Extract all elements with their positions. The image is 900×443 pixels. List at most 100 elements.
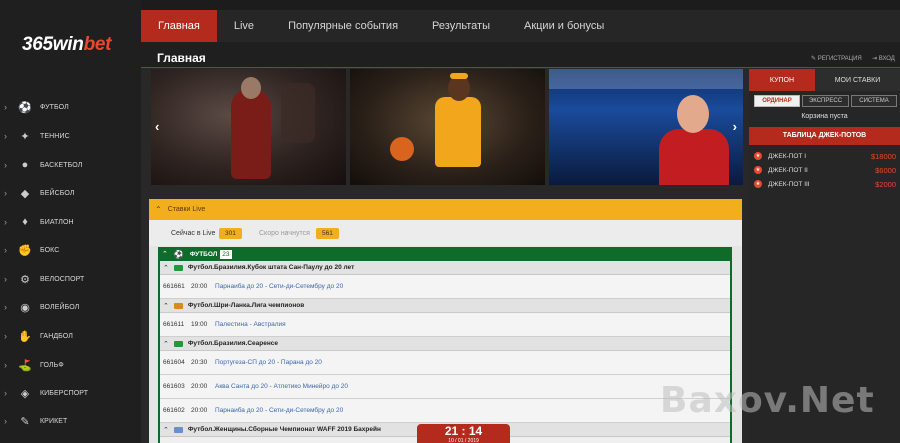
nav-popular-events[interactable]: Популярные события bbox=[271, 10, 415, 42]
banner-slide-basketball[interactable] bbox=[350, 69, 545, 185]
event-id: 661603 bbox=[163, 383, 185, 390]
waff-flag-icon bbox=[173, 426, 183, 433]
event-teams[interactable]: Палестина - Австралия bbox=[215, 321, 286, 328]
league-row[interactable]: ⌃ Футбол.Бразилия.Сеаренсе bbox=[160, 337, 730, 351]
jackpot-amount: $2000 bbox=[875, 179, 896, 189]
event-row[interactable]: 661661 20:00 Парнаиба до 20 - Сети-ди-Се… bbox=[160, 275, 730, 299]
brazil-flag-icon bbox=[173, 340, 183, 347]
sidebar-item-football[interactable]: › ⚽ ФУТБОЛ bbox=[0, 97, 141, 117]
sidebar-item-boxing[interactable]: › ✊ БОКС bbox=[0, 240, 141, 260]
sidebar-item-tennis[interactable]: › ✦ ТЕННИС bbox=[0, 126, 141, 146]
league-name: Футбол.Шри-Ланка.Лига чемпионов bbox=[187, 302, 305, 309]
sidebar-item-baseball[interactable]: › ◆ БЕЙСБОЛ bbox=[0, 183, 141, 203]
league-row[interactable]: ⌃ Футбол.Шри-Ланка.Лига чемпионов bbox=[160, 299, 730, 313]
sidebar-item-volleyball[interactable]: › ◉ ВОЛЕЙБОЛ bbox=[0, 297, 141, 317]
event-row[interactable]: 661604 20:30 Португеза-СП до 20 - Парана… bbox=[160, 351, 730, 375]
nav-live[interactable]: Live bbox=[217, 10, 271, 42]
slider-prev-arrow[interactable]: ‹ bbox=[155, 119, 159, 134]
sidebar-item-cycling[interactable]: › ⚙ ВЕЛОСПОРТ bbox=[0, 269, 141, 289]
chevron-up-icon: ⌃ bbox=[162, 251, 168, 258]
event-row[interactable]: 661603 20:00 Аква Санта до 20 - Атлетико… bbox=[160, 375, 730, 399]
sidebar-item-basketball[interactable]: › ● БАСКЕТБОЛ bbox=[0, 155, 141, 175]
slider-next-arrow[interactable]: › bbox=[733, 119, 737, 134]
jackpot-amount: $6000 bbox=[875, 165, 896, 175]
banner-slide-football-star[interactable]: › bbox=[549, 69, 743, 185]
jackpot-row: ★ ДЖЕК-ПОТ III $2000 bbox=[749, 177, 900, 191]
tab-my-bets[interactable]: МОИ СТАВКИ bbox=[815, 69, 900, 91]
jackpot-table-title: ТАБЛИЦА ДЖЕК-ПОТОВ bbox=[749, 127, 900, 145]
football-icon: ⚽ bbox=[18, 101, 32, 114]
sidebar-item-label: ГОЛЬФ bbox=[40, 361, 64, 369]
watermark: Baxov.Net bbox=[660, 380, 875, 421]
jackpot-row: ★ ДЖЕК-ПОТ II $6000 bbox=[749, 163, 900, 177]
sidebar-item-label: ВОЛЕЙБОЛ bbox=[40, 303, 80, 311]
event-time: 20:30 bbox=[191, 359, 208, 366]
live-bets-panel: ⌃ Ставки Live Сейчас в Live 301 Скоро на… bbox=[149, 199, 742, 443]
chevron-right-icon: › bbox=[4, 274, 7, 284]
sidebar-item-esports[interactable]: › ◈ КИБЕРСПОРТ bbox=[0, 383, 141, 403]
sidebar-item-biathlon[interactable]: › ♦ БИАТЛОН bbox=[0, 212, 141, 232]
nav-promotions[interactable]: Акции и бонусы bbox=[507, 10, 621, 42]
cricket-icon: ✎ bbox=[20, 415, 30, 428]
sidebar: 365winbet › ⚽ ФУТБОЛ › ✦ ТЕННИС › ● БАСК… bbox=[0, 0, 141, 443]
starting-soon-filter[interactable]: Скоро начнутся bbox=[259, 230, 310, 237]
event-teams[interactable]: Португеза-СП до 20 - Парана до 20 bbox=[215, 359, 322, 366]
sport-group-name: ФУТБОЛ bbox=[189, 250, 218, 258]
chevron-right-icon: › bbox=[4, 302, 7, 312]
live-now-filter[interactable]: Сейчас в Live bbox=[171, 230, 215, 237]
banner-slider: ‹ › bbox=[151, 69, 743, 185]
chevron-right-icon: › bbox=[4, 160, 7, 170]
cycling-icon: ⚙ bbox=[20, 273, 30, 286]
logo-main-text: 365win bbox=[22, 34, 84, 55]
event-time: 20:00 bbox=[191, 407, 208, 414]
chevron-up-icon: ⌃ bbox=[163, 426, 169, 434]
nav-home[interactable]: Главная bbox=[141, 10, 217, 42]
trophy-icon: ★ bbox=[754, 180, 762, 188]
league-name: Футбол.Бразилия.Кубок штата Сан-Паулу до… bbox=[187, 264, 355, 271]
event-row[interactable]: 661611 19:00 Палестина - Австралия bbox=[160, 313, 730, 337]
jackpot-name: ДЖЕК-ПОТ I bbox=[768, 152, 807, 160]
register-link[interactable]: ✎ РЕГИСТРАЦИЯ bbox=[811, 55, 862, 62]
chevron-right-icon: › bbox=[4, 416, 7, 426]
sidebar-item-label: КРИКЕТ bbox=[40, 417, 68, 425]
league-row[interactable]: ⌃ Футбол.Бразилия.Кубок штата Сан-Паулу … bbox=[160, 261, 730, 275]
chevron-right-icon: › bbox=[4, 217, 7, 227]
jackpot-row: ★ ДЖЕК-ПОТ I $18000 bbox=[749, 149, 900, 163]
event-id: 661661 bbox=[163, 283, 185, 290]
chevron-right-icon: › bbox=[4, 131, 7, 141]
banner-slide-football-players[interactable]: ‹ bbox=[151, 69, 346, 185]
sidebar-item-label: ФУТБОЛ bbox=[40, 103, 69, 111]
nav-results[interactable]: Результаты bbox=[415, 10, 507, 42]
event-teams[interactable]: Аква Санта до 20 - Атлетико Минейро до 2… bbox=[215, 383, 348, 390]
live-bets-header[interactable]: ⌃ Ставки Live bbox=[149, 199, 742, 220]
event-teams[interactable]: Парнаиба до 20 - Сети-ди-Сетембру до 20 bbox=[215, 283, 343, 290]
sidebar-item-cricket[interactable]: › ✎ КРИКЕТ bbox=[0, 411, 141, 431]
bet-type-single[interactable]: ОРДИНАР bbox=[754, 95, 800, 107]
trophy-icon: ★ bbox=[754, 166, 762, 174]
sidebar-item-label: ГАНДБОЛ bbox=[40, 332, 73, 340]
event-row[interactable]: 661602 20:00 Парнаиба до 20 - Сети-ди-Се… bbox=[160, 399, 730, 423]
coupon-tabs: КУПОН МОИ СТАВКИ bbox=[749, 69, 900, 91]
event-id: 661604 bbox=[163, 359, 185, 366]
handball-icon: ✋ bbox=[18, 330, 32, 343]
event-teams[interactable]: Парнаиба до 20 - Сети-ди-Сетембру до 20 bbox=[215, 407, 343, 414]
sidebar-item-handball[interactable]: › ✋ ГАНДБОЛ bbox=[0, 326, 141, 346]
sidebar-item-golf[interactable]: › ⛳ ГОЛЬФ bbox=[0, 355, 141, 375]
chevron-right-icon: › bbox=[4, 188, 7, 198]
sport-group-football[interactable]: ⌃ ⚽ ФУТБОЛ 23 bbox=[158, 247, 732, 261]
sri-lanka-flag-icon bbox=[173, 302, 183, 309]
jackpot-name: ДЖЕК-ПОТ III bbox=[768, 180, 810, 188]
bet-type-express[interactable]: ЭКСПРЕСС bbox=[802, 95, 849, 107]
main-content: ‹ › ⌃ Ставки Live Сейчас в Live 301 Скор… bbox=[141, 68, 749, 443]
site-clock: 21 : 14 10 / 01 / 2019 bbox=[417, 424, 510, 443]
page-header: Главная ✎ РЕГИСТРАЦИЯ ⇥ ВХОД bbox=[141, 42, 900, 68]
bet-type-system[interactable]: СИСТЕМА bbox=[851, 95, 897, 107]
chevron-up-icon: ⌃ bbox=[163, 264, 169, 272]
logo-accent-text: bet bbox=[83, 34, 112, 55]
sport-group-count: 23 bbox=[220, 249, 232, 259]
event-time: 20:00 bbox=[191, 383, 208, 390]
login-link[interactable]: ⇥ ВХОД bbox=[872, 55, 895, 62]
chevron-right-icon: › bbox=[4, 388, 7, 398]
tab-coupon[interactable]: КУПОН bbox=[749, 69, 815, 91]
site-logo[interactable]: 365winbet bbox=[22, 34, 111, 56]
